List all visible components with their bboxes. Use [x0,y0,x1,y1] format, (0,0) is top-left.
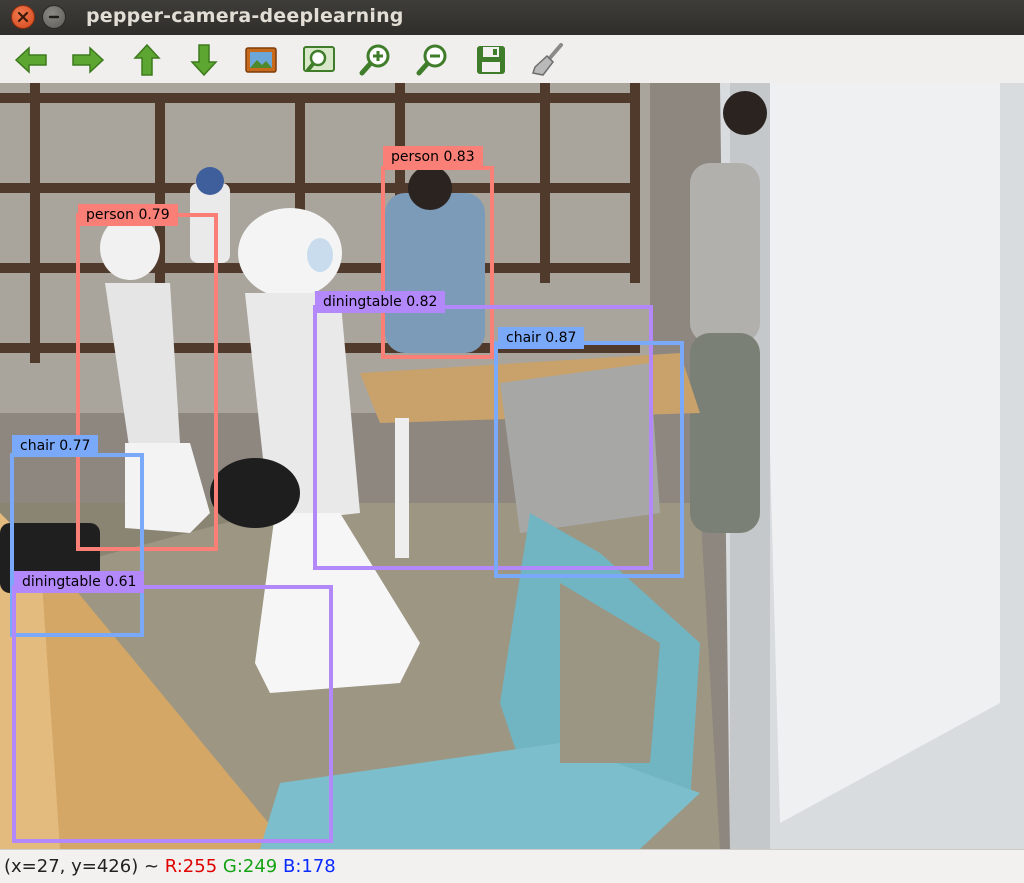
detection-label: person 0.79 [78,204,178,226]
close-icon [17,11,29,23]
detection-label: diningtable 0.82 [315,291,446,313]
image-icon [245,47,277,73]
forward-icon [72,46,105,74]
detection-label: chair 0.77 [12,435,99,457]
save-button[interactable] [474,43,508,77]
detection-label: diningtable 0.61 [14,571,145,593]
minimize-button[interactable] [42,5,66,29]
status-bar: (x=27, y=426) ~ R:255 G:249 B:178 [0,849,1024,883]
detection-box-chair [494,341,684,578]
clear-button[interactable] [531,43,565,77]
zoom-fit-icon [303,46,335,72]
zoom-fit-button[interactable] [302,43,336,77]
toolbar [0,35,1024,84]
up-icon [133,43,161,76]
save-icon [477,46,505,74]
clear-icon [532,43,563,76]
zoom-out-button[interactable] [416,43,450,77]
zoom-in-button[interactable] [359,43,393,77]
back-icon [14,46,47,74]
detection-label: chair 0.87 [498,327,585,349]
close-button[interactable] [11,5,35,29]
detection-box-diningtable [12,585,333,843]
title-bar: pepper-camera-deeplearning [0,0,1024,35]
blue-value: B:178 [282,856,336,877]
up-button[interactable] [130,43,164,77]
forward-button[interactable] [71,43,105,77]
image-button[interactable] [244,43,278,77]
zoom-out-icon [416,44,447,76]
red-value: R:255 [164,856,218,877]
pixel-readout: (x=27, y=426) ~ R:255 G:249 B:178 [4,856,336,877]
minimize-icon [48,15,60,19]
back-button[interactable] [14,43,48,77]
cursor-position: (x=27, y=426) ~ [4,856,160,877]
green-value: G:249 [222,856,278,877]
image-view[interactable]: person 0.79 person 0.83 diningtable 0.82… [0,83,1024,849]
window-title: pepper-camera-deeplearning [86,5,404,27]
down-button[interactable] [187,43,221,77]
detection-label: person 0.83 [383,146,483,168]
down-icon [190,44,218,77]
zoom-in-icon [359,44,390,76]
